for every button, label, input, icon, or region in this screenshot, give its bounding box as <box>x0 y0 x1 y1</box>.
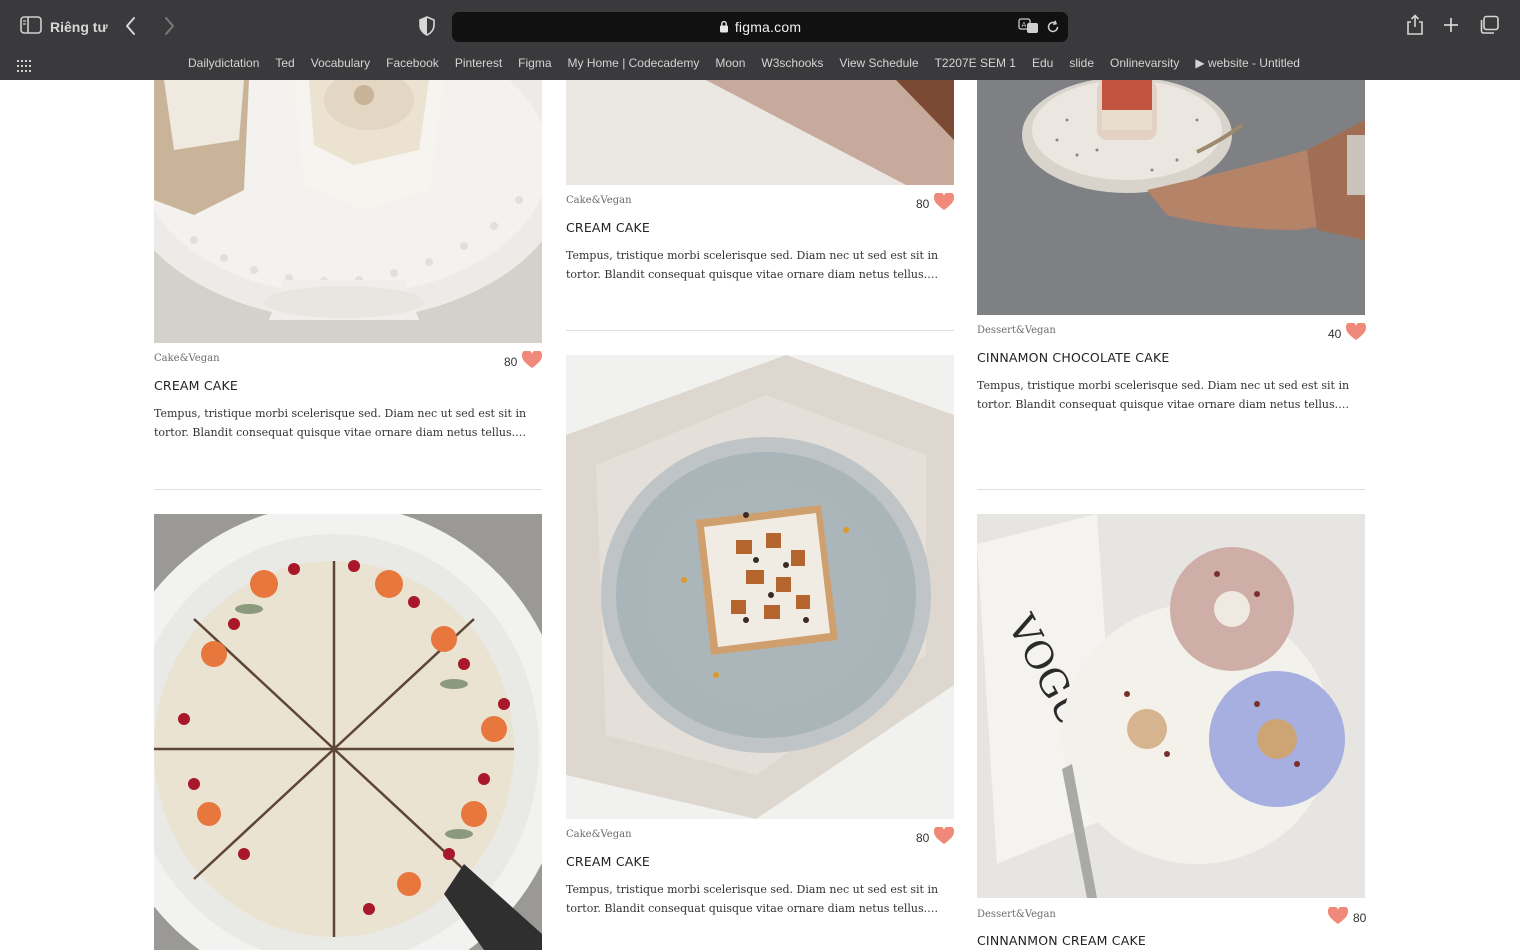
address-bar[interactable]: figma.com A <box>452 12 1068 42</box>
like-count: 80 <box>504 354 518 369</box>
card-description: Tempus, tristique morbi scelerisque sed.… <box>154 407 527 439</box>
bookmark-dailydictation[interactable]: Dailydictation <box>180 54 267 72</box>
new-tab-icon[interactable] <box>1442 16 1460 34</box>
reload-icon[interactable] <box>1046 19 1060 38</box>
bookmarks-bar: Dailydictation Ted Vocabulary Facebook P… <box>180 54 1308 72</box>
card-title[interactable]: CREAM CAKE <box>566 854 650 869</box>
card-category: Dessert&Vegan <box>977 325 1056 336</box>
bookmark-website-untitled[interactable]: ▶ website - Untitled <box>1187 54 1308 72</box>
like-count: 80 <box>1353 910 1367 925</box>
heart-icon <box>1346 321 1367 344</box>
bookmark-vocabulary[interactable]: Vocabulary <box>303 54 378 72</box>
back-arrow-icon[interactable] <box>122 15 140 37</box>
heart-icon <box>934 191 955 214</box>
card-image-dessert-jar[interactable] <box>977 80 1365 315</box>
card-divider <box>977 489 1365 490</box>
page-content: Cake&Vegan 80 CREAM CAKE Tempus, tristiq… <box>0 80 1520 950</box>
card-image-donuts[interactable]: VOGUE <box>977 514 1365 898</box>
sidebar-toggle-button[interactable]: Riêng tư <box>20 16 110 38</box>
translate-icon[interactable]: A <box>1018 18 1040 38</box>
heart-icon <box>522 349 543 372</box>
bookmark-onlinevarsity[interactable]: Onlinevarsity <box>1102 54 1187 72</box>
forward-arrow-icon[interactable] <box>160 15 178 37</box>
card-title[interactable]: CREAM CAKE <box>154 378 238 393</box>
heart-icon <box>934 825 955 848</box>
bookmark-view-schedule[interactable]: View Schedule <box>831 54 926 72</box>
card-title[interactable]: CINNANMON CREAM CAKE <box>977 933 1146 948</box>
card-category: Cake&Vegan <box>154 353 220 364</box>
card-title[interactable]: CREAM CAKE <box>566 220 650 235</box>
lock-icon <box>719 18 729 37</box>
card-description: Tempus, tristique morbi scelerisque sed.… <box>977 379 1350 411</box>
sidebar-icon <box>20 16 42 38</box>
like-button[interactable]: 80 <box>916 825 955 848</box>
bookmark-moon[interactable]: Moon <box>707 54 753 72</box>
svg-text:A: A <box>1022 21 1027 29</box>
like-button[interactable]: 80 <box>504 349 543 372</box>
url-text: figma.com <box>734 19 802 35</box>
card-image-cake-slice[interactable] <box>566 80 954 185</box>
card-image-cream-tarts[interactable] <box>154 80 542 343</box>
like-count: 80 <box>916 196 930 211</box>
card-divider <box>566 330 954 331</box>
card-divider <box>154 489 542 490</box>
like-button[interactable]: 80 <box>1327 905 1367 928</box>
bookmark-ted[interactable]: Ted <box>267 54 302 72</box>
heart-icon <box>1327 905 1349 928</box>
card-category: Cake&Vegan <box>566 195 632 206</box>
bookmark-figma[interactable]: Figma <box>510 54 559 72</box>
bookmark-pinterest[interactable]: Pinterest <box>447 54 510 72</box>
private-mode-label: Riêng tư <box>50 19 108 35</box>
bookmark-codecademy[interactable]: My Home | Codecademy <box>560 54 708 72</box>
card-title[interactable]: CINNAMON CHOCOLATE CAKE <box>977 350 1169 365</box>
bookmark-slide[interactable]: slide <box>1061 54 1102 72</box>
bookmark-edu[interactable]: Edu <box>1024 54 1061 72</box>
card-category: Cake&Vegan <box>566 829 632 840</box>
tab-overview-icon[interactable] <box>1478 15 1500 35</box>
like-button[interactable]: 40 <box>1328 321 1367 344</box>
privacy-shield-icon[interactable] <box>419 16 435 40</box>
card-image-toast-plate[interactable] <box>566 355 954 819</box>
like-count: 40 <box>1328 326 1342 341</box>
like-count: 80 <box>916 830 930 845</box>
share-icon[interactable] <box>1406 14 1424 36</box>
browser-chrome: Riêng tư figma.com A Dailydictation Ted … <box>0 0 1520 80</box>
card-image-orange-cheesecake[interactable] <box>154 514 542 950</box>
browser-toolbar: Riêng tư figma.com A <box>0 0 1520 50</box>
bookmark-facebook[interactable]: Facebook <box>378 54 447 72</box>
card-description: Tempus, tristique morbi scelerisque sed.… <box>566 883 939 915</box>
card-category: Dessert&Vegan <box>977 909 1056 920</box>
like-button[interactable]: 80 <box>916 191 955 214</box>
apps-grid-icon[interactable] <box>17 57 31 76</box>
bookmark-t2207e[interactable]: T2207E SEM 1 <box>927 54 1024 72</box>
bookmark-w3schools[interactable]: W3schooks <box>753 54 831 72</box>
card-description: Tempus, tristique morbi scelerisque sed.… <box>566 249 939 281</box>
